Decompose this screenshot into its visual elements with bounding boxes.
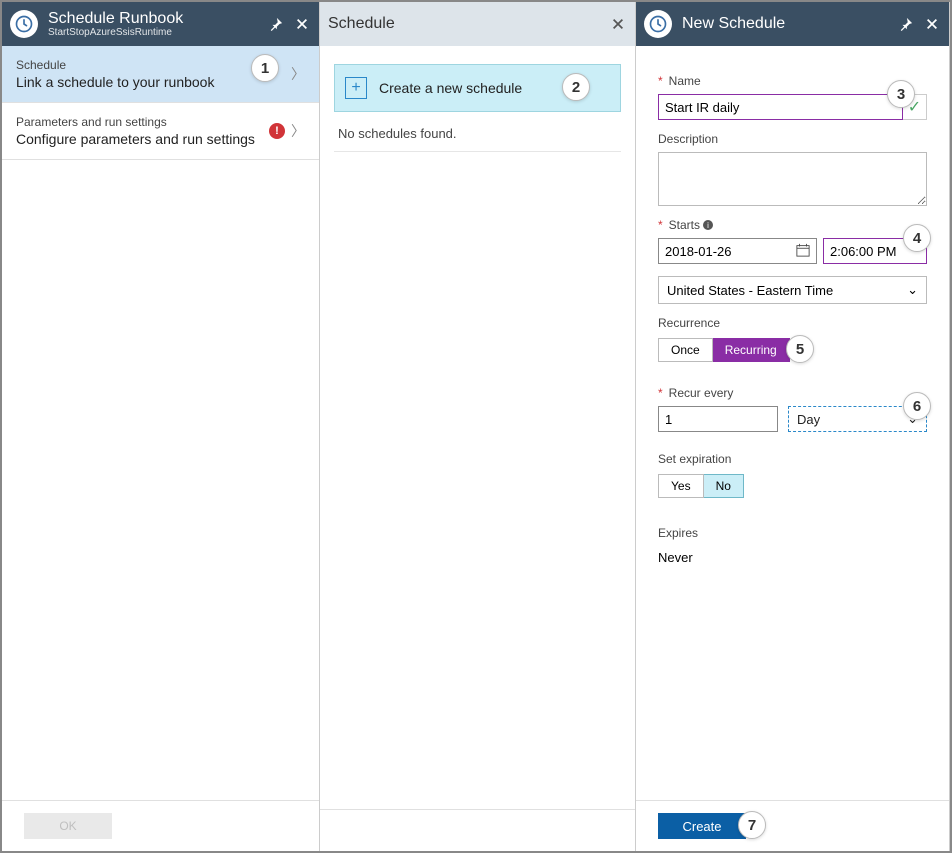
divider	[334, 151, 621, 152]
no-schedules-text: No schedules found.	[320, 126, 635, 141]
blade-header: New Schedule	[636, 2, 949, 46]
recurrence-toggle: Once Recurring 5	[658, 338, 927, 362]
description-label: Description	[658, 132, 927, 146]
chevron-down-icon: ⌄	[907, 282, 918, 298]
step-desc: Configure parameters and run settings	[16, 131, 269, 147]
blade-subtitle: StartStopAzureSsisRuntime	[48, 27, 269, 38]
plus-icon: +	[345, 77, 367, 99]
description-input[interactable]	[658, 152, 927, 206]
expiration-toggle: Yes No	[658, 474, 927, 498]
pin-icon[interactable]	[269, 17, 283, 31]
create-schedule-button[interactable]: + Create a new schedule 2	[334, 64, 621, 112]
close-icon[interactable]	[295, 17, 309, 31]
blade-footer	[320, 809, 635, 851]
expiration-yes[interactable]: Yes	[658, 474, 704, 498]
blade-schedule-runbook: Schedule Runbook StartStopAzureSsisRunti…	[2, 2, 320, 851]
blade-schedule: Schedule + Create a new schedule 2 No sc…	[320, 2, 636, 851]
create-schedule-label: Create a new schedule	[379, 80, 522, 96]
step-label: Schedule	[16, 58, 291, 72]
set-expiration-label: Set expiration	[658, 452, 927, 466]
timezone-select[interactable]: United States - Eastern Time ⌄	[658, 276, 927, 304]
timezone-value: United States - Eastern Time	[667, 283, 833, 298]
start-date-input[interactable]: 2018-01-26	[658, 238, 817, 264]
expires-value: Never	[658, 550, 927, 565]
create-button[interactable]: Create	[658, 813, 746, 839]
recurrence-once[interactable]: Once	[658, 338, 713, 362]
info-icon[interactable]: i	[703, 220, 713, 230]
blade-footer: Create 7	[636, 800, 949, 851]
clock-icon	[644, 10, 672, 38]
new-schedule-form: *Name 3 ✓ Description *Starts i 2018-01-…	[636, 46, 949, 575]
start-date-value: 2018-01-26	[665, 244, 732, 259]
pin-icon[interactable]	[899, 17, 913, 31]
calendar-icon[interactable]	[796, 243, 810, 260]
ok-button[interactable]: OK	[24, 813, 112, 839]
blade-title: Schedule	[328, 15, 611, 33]
recurrence-label: Recurrence	[658, 316, 927, 330]
step-label: Parameters and run settings	[16, 115, 269, 129]
callout-2: 2	[562, 73, 590, 101]
blade-new-schedule: New Schedule *Name 3 ✓ Description *Star…	[636, 2, 950, 851]
chevron-right-icon: 〉	[291, 64, 305, 84]
blade-title: New Schedule	[682, 15, 899, 33]
callout-6: 6	[903, 392, 931, 420]
close-icon[interactable]	[611, 17, 625, 31]
chevron-right-icon: 〉	[291, 121, 305, 141]
callout-1: 1	[251, 54, 279, 82]
azure-portal-blades: Schedule Runbook StartStopAzureSsisRunti…	[0, 0, 952, 853]
step-desc: Link a schedule to your runbook	[16, 74, 291, 90]
starts-label: *Starts i	[658, 218, 927, 232]
callout-4: 4	[903, 224, 931, 252]
name-input[interactable]	[658, 94, 903, 120]
name-label: *Name	[658, 74, 927, 88]
recurrence-recurring[interactable]: Recurring	[713, 338, 790, 362]
step-parameters[interactable]: Parameters and run settings Configure pa…	[2, 103, 319, 160]
clock-icon	[10, 10, 38, 38]
callout-3: 3	[887, 80, 915, 108]
recur-every-label: *Recur every	[658, 386, 927, 400]
recur-value-input[interactable]	[658, 406, 778, 432]
expiration-no[interactable]: No	[704, 474, 744, 498]
blade-header: Schedule	[320, 2, 635, 46]
recur-unit-value: Day	[797, 412, 820, 427]
callout-7: 7	[738, 811, 766, 839]
close-icon[interactable]	[925, 17, 939, 31]
callout-5: 5	[786, 335, 814, 363]
blade-footer: OK	[2, 800, 319, 851]
step-schedule[interactable]: Schedule Link a schedule to your runbook…	[2, 46, 319, 103]
blade-title: Schedule Runbook	[48, 10, 269, 28]
error-badge-icon: !	[269, 123, 285, 139]
expires-label: Expires	[658, 526, 927, 540]
blade-header: Schedule Runbook StartStopAzureSsisRunti…	[2, 2, 319, 46]
